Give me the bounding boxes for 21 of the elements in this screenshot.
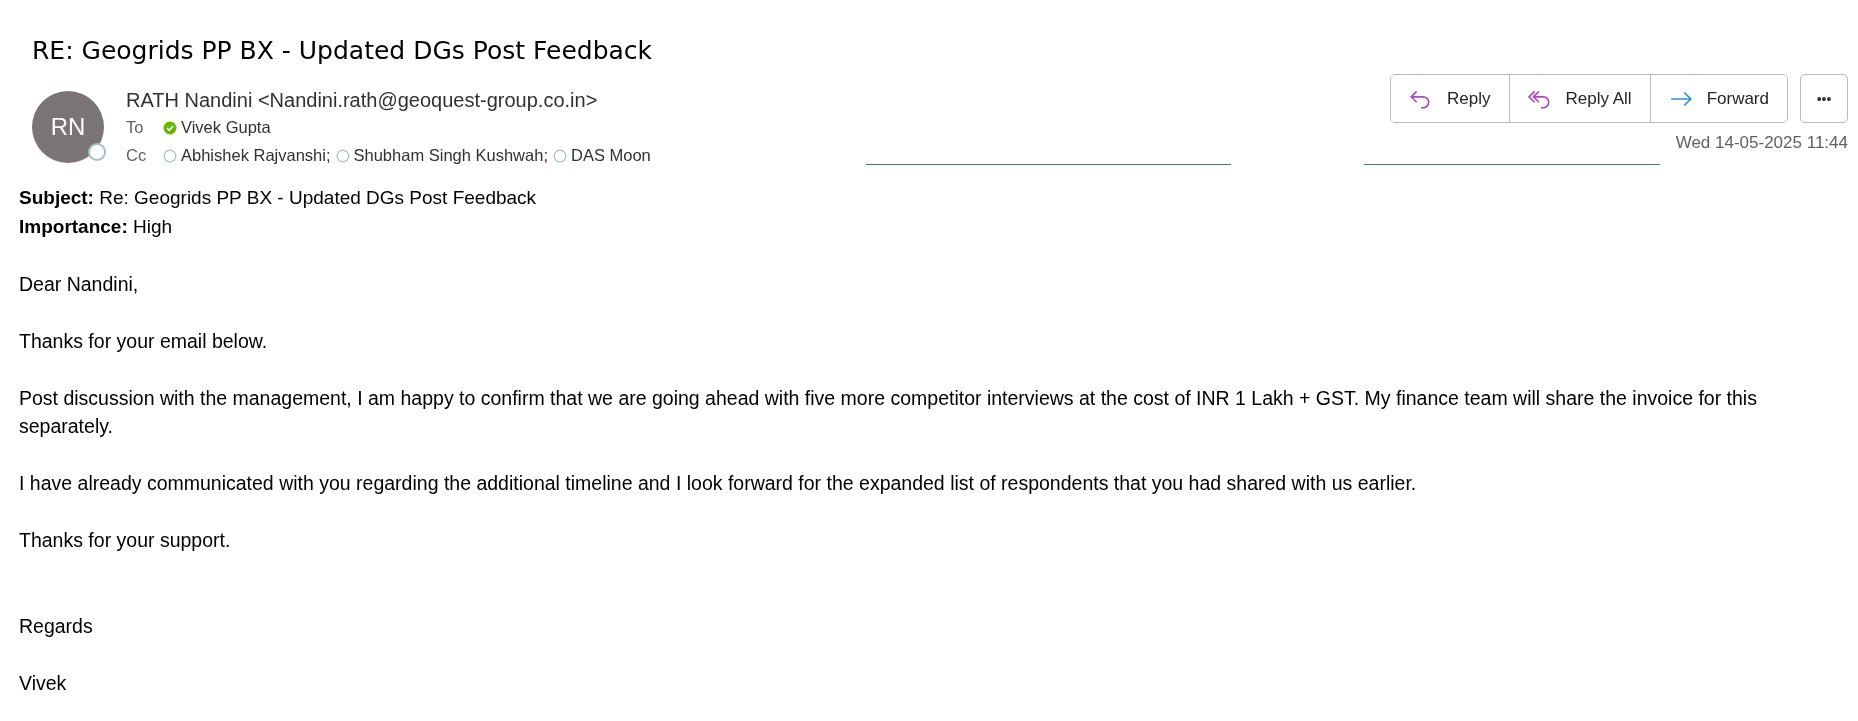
email-subject-title: RE: Geogrids PP BX - Updated DGs Post Feedback — [32, 36, 653, 65]
header-field: Subject: Re: Geogrids PP BX - Updated DGs Post Feedback — [19, 184, 537, 213]
cc-label: Cc — [126, 146, 148, 165]
recipient-name[interactable]: Abhishek Rajvanshi; — [181, 146, 331, 165]
body-paragraph: Dear Nandini, — [19, 271, 139, 297]
sender-name[interactable]: RATH Nandini <Nandini.rath@geoquest-group.co.in> — [126, 89, 598, 112]
to-label: To — [126, 118, 145, 137]
body-paragraph: Thanks for your email below. — [19, 328, 268, 354]
body-paragraph: Post discussion with the management, I am happy to confirm that we are going ahead with five more competitor interviews at the cost of INR 1 Lakh + GST. My finance team will share the invoice for this separately. — [19, 385, 1758, 439]
more-button[interactable]: ••• — [1800, 74, 1848, 123]
body-paragraph: I have already communicated with you regarding the additional timeline and I look forward for the expanded list of respondents that you had shared with us earlier. — [19, 471, 1417, 496]
header-field: Importance: High — [19, 212, 173, 241]
forward-button[interactable]: Forward — [1649, 75, 1787, 122]
body-paragraph: Vivek — [19, 670, 67, 696]
avatar: RN — [32, 91, 104, 163]
recipient-name[interactable]: Shubham Singh Kushwah; — [353, 146, 548, 165]
sent-date: Wed 14-05-2025 11:44 — [1675, 133, 1848, 153]
body-paragraph: Regards — [19, 613, 93, 639]
body-paragraph: Thanks for your support. — [19, 528, 231, 553]
recipient-name[interactable]: Vivek Gupta — [181, 118, 271, 137]
recipient-name[interactable]: DAS Moon — [570, 146, 651, 165]
